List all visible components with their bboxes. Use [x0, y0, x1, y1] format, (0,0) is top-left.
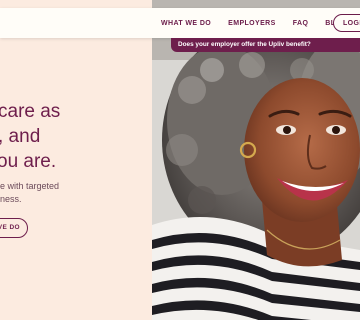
nav-links: WHAT WE DO EMPLOYERS FAQ BLOG	[161, 8, 347, 38]
top-navigation-bar: WHAT WE DO EMPLOYERS FAQ BLOG LOGIN	[0, 8, 360, 38]
hero-headline: care as , and ou are.	[0, 99, 150, 174]
hero-headline-line: ou are.	[0, 151, 57, 172]
login-button[interactable]: LOGIN	[333, 14, 360, 32]
banner-text: Does your employer offer the Upliv benef…	[178, 41, 311, 48]
hero-subtext-line: ness.	[0, 194, 22, 204]
what-we-do-button[interactable]: VE DO	[0, 218, 28, 238]
hero-subtext: e with targeted ness.	[0, 180, 150, 206]
hero-headline-line: , and	[0, 126, 41, 147]
page: WHAT WE DO EMPLOYERS FAQ BLOG LOGIN Does…	[0, 0, 360, 320]
hero-headline-line: care as	[0, 101, 61, 122]
nav-link-what-we-do[interactable]: WHAT WE DO	[161, 20, 211, 27]
nav-link-employers[interactable]: EMPLOYERS	[228, 20, 276, 27]
employer-benefit-banner[interactable]: Does your employer offer the Upliv benef…	[171, 38, 360, 52]
hero-subtext-line: e with targeted	[0, 181, 60, 191]
nav-link-faq[interactable]: FAQ	[293, 20, 309, 27]
